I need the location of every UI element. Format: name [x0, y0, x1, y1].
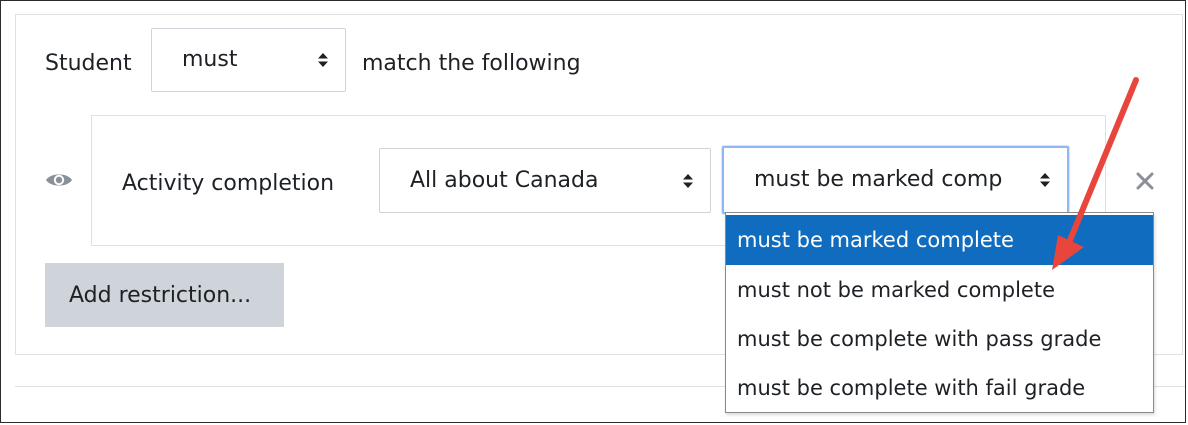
dropdown-option[interactable]: must be marked complete: [726, 215, 1153, 265]
completion-select[interactable]: must be marked comp: [722, 146, 1069, 214]
rule-suffix-label: match the following: [362, 51, 581, 76]
sort-arrows-icon: [1040, 173, 1050, 187]
dropdown-option[interactable]: must not be marked complete: [726, 265, 1153, 315]
completion-select-value: must be marked comp: [754, 167, 1003, 192]
close-icon[interactable]: [1135, 171, 1155, 191]
activity-select[interactable]: All about Canada: [379, 148, 711, 213]
activity-select-value: All about Canada: [410, 167, 599, 193]
sort-arrows-icon: [318, 53, 328, 67]
dropdown-option[interactable]: must be complete with fail grade: [726, 363, 1153, 413]
condition-type-label: Activity completion: [122, 171, 335, 196]
must-select-value: must: [182, 47, 238, 72]
rule-prefix-label: Student: [45, 51, 132, 76]
add-restriction-button[interactable]: Add restriction...: [45, 263, 284, 327]
sort-arrows-icon: [683, 173, 693, 188]
eye-icon[interactable]: [45, 171, 73, 189]
dropdown-option[interactable]: must be complete with pass grade: [726, 314, 1153, 364]
completion-dropdown-list: must be marked complete must not be mark…: [725, 212, 1154, 413]
must-select[interactable]: must: [151, 28, 346, 92]
